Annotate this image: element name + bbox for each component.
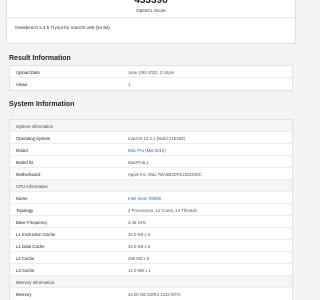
table-row: Views 1 bbox=[10, 78, 292, 90]
row-key: Memory bbox=[16, 291, 32, 297]
row-value: 24.00 GB DDR3 1333 MT/s bbox=[128, 291, 181, 297]
row-key: Model ID bbox=[16, 159, 34, 165]
row-value: Apple Inc. Mac-7BA5B2DFE22DDD8C bbox=[128, 171, 202, 177]
table-row: L2 Cache 256 KB x 6 bbox=[10, 252, 292, 264]
table-row: Model Mac Pro (Mid 2010) bbox=[10, 144, 292, 156]
row-value: June 10th 2022, 2:44pm bbox=[128, 69, 175, 75]
score-label: OpenCL Score bbox=[136, 8, 166, 13]
table-row: Name Intel Xeon X5690 bbox=[10, 192, 292, 204]
table-row: Model ID MacPro5,1 bbox=[10, 156, 292, 168]
geekbench-version: Geekbench 5.4.5 Tryout for macOS x86 (64… bbox=[15, 25, 110, 30]
system-information-card: System Information Operating System macO… bbox=[9, 119, 293, 300]
cpu-name-link[interactable]: Intel Xeon X5690 bbox=[128, 196, 161, 201]
row-key: Motherboard bbox=[16, 171, 41, 177]
table-row: Base Frequency 3.46 GHz bbox=[10, 216, 292, 228]
group-header-cpu: CPU Information bbox=[10, 180, 292, 192]
row-key: Upload Date bbox=[16, 69, 40, 75]
group-header-label: CPU Information bbox=[16, 183, 48, 189]
result-page: 433396 OpenCL Score Geekbench 5.4.5 Tryo… bbox=[0, 0, 300, 300]
table-row: L3 Cache 12.0 MB x 1 bbox=[10, 264, 292, 276]
row-key: Name bbox=[16, 195, 28, 201]
table-row: L1 Data Cache 32.0 KB x 6 bbox=[10, 240, 292, 252]
group-header-system: System Information bbox=[10, 120, 292, 132]
group-header-label: System Information bbox=[16, 123, 54, 129]
row-value: 32.0 KB x 6 bbox=[128, 243, 151, 249]
table-row: L1 Instruction Cache 32.0 KB x 6 bbox=[10, 228, 292, 240]
table-row: Memory 24.00 GB DDR3 1333 MT/s bbox=[10, 288, 292, 300]
score-card: 433396 OpenCL Score Geekbench 5.4.5 Tryo… bbox=[6, 0, 296, 44]
table-row: Motherboard Apple Inc. Mac-7BA5B2DFE22DD… bbox=[10, 168, 292, 180]
divider bbox=[7, 17, 295, 18]
row-value: 1 bbox=[128, 81, 131, 87]
group-header-label: Memory Information bbox=[16, 279, 55, 285]
model-link[interactable]: Mac Pro (Mid 2010) bbox=[128, 148, 166, 153]
group-header-memory: Memory Information bbox=[10, 276, 292, 288]
row-key: Model bbox=[16, 147, 28, 153]
row-value: MacPro5,1 bbox=[128, 159, 149, 165]
table-row: Operating System macOS 12.3.1 (Build 21E… bbox=[10, 132, 292, 144]
row-key: Views bbox=[16, 81, 28, 87]
row-key: L1 Instruction Cache bbox=[16, 231, 56, 237]
row-value: 12.0 MB x 1 bbox=[128, 267, 151, 273]
row-key: L1 Data Cache bbox=[16, 243, 45, 249]
row-key: Base Frequency bbox=[16, 219, 48, 225]
table-row: Upload Date June 10th 2022, 2:44pm bbox=[10, 66, 292, 78]
result-information-title: Result Information bbox=[9, 55, 71, 62]
row-value: 256 KB x 6 bbox=[128, 255, 150, 261]
row-value: 32.0 KB x 6 bbox=[128, 231, 151, 237]
row-value: 3.46 GHz bbox=[128, 219, 147, 225]
row-key: Topology bbox=[16, 207, 34, 213]
row-value: 2 Processors, 12 Cores, 24 Threads bbox=[128, 207, 197, 213]
table-row: Topology 2 Processors, 12 Cores, 24 Thre… bbox=[10, 204, 292, 216]
score-value: 433396 bbox=[134, 0, 168, 6]
system-information-title: System Information bbox=[9, 101, 75, 108]
row-value: macOS 12.3.1 (Build 21E258) bbox=[128, 135, 186, 141]
row-key: Operating System bbox=[16, 135, 51, 141]
row-key: L3 Cache bbox=[16, 267, 35, 273]
result-information-card: Upload Date June 10th 2022, 2:44pm Views… bbox=[9, 65, 293, 91]
row-key: L2 Cache bbox=[16, 255, 35, 261]
